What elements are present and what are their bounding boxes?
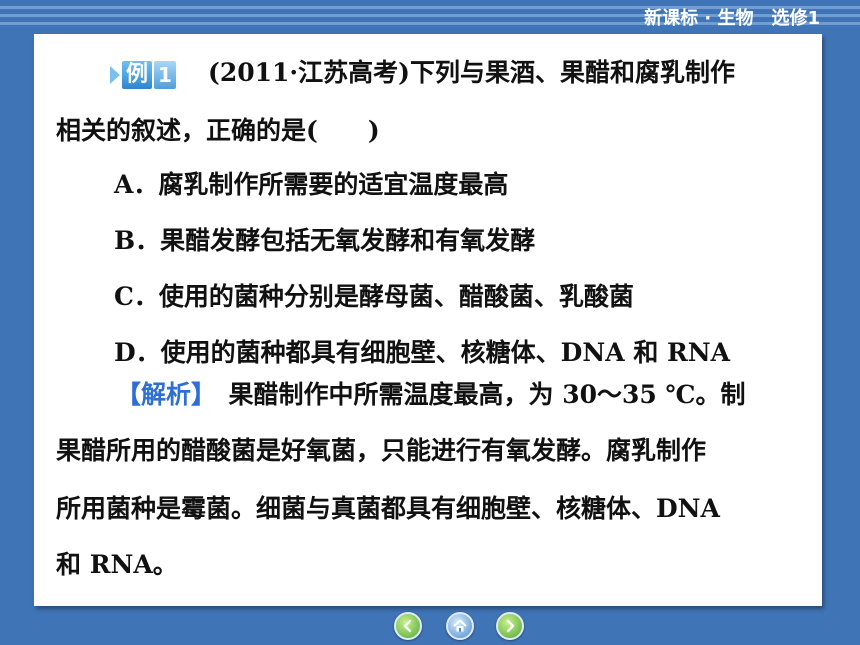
analysis-line-3: 所用菌种是霉菌。细菌与真菌都具有细胞壁、核糖体、DNA <box>56 494 720 523</box>
badge-arrow-icon <box>110 65 120 84</box>
analysis-label: 【解析】 <box>116 380 204 409</box>
example-badge: 例 1 <box>110 60 177 90</box>
option-a: A．腐乳制作所需要的适宜温度最高 <box>114 170 509 199</box>
right-arrow-icon <box>506 619 515 633</box>
home-button[interactable] <box>446 612 474 640</box>
analysis-line-4: 和 RNA。 <box>56 550 178 579</box>
option-d: D．使用的菌种都具有细胞壁、核糖体、DNA 和 RNA <box>114 338 731 367</box>
example-stem-text-1: (2011·江苏高考)下列与果酒、果醋和腐乳制作 <box>208 58 735 87</box>
content-panel: 例 1 (2011·江苏高考)下列与果酒、果醋和腐乳制作 相关的叙述，正确的是(… <box>34 34 822 606</box>
example-stem-line-1: 例 1 (2011·江苏高考)下列与果酒、果醋和腐乳制作 <box>56 58 804 90</box>
badge-number: 1 <box>154 60 177 89</box>
previous-button[interactable] <box>394 612 422 640</box>
example-stem-line-2: 相关的叙述，正确的是( ) <box>56 116 380 145</box>
analysis-line-1: 【解析】 果醋制作中所需温度最高，为 30～35 ℃。制 <box>116 380 804 410</box>
next-button[interactable] <box>496 612 524 640</box>
analysis-line-2: 果醋所用的醋酸菌是好氧菌，只能进行有氧发酵。腐乳制作 <box>56 436 707 465</box>
badge-word: 例 <box>122 60 153 89</box>
option-c: C．使用的菌种分别是酵母菌、醋酸菌、乳酸菌 <box>114 282 634 311</box>
analysis-text-1: 果醋制作中所需温度最高，为 30～35 ℃。制 <box>203 380 746 409</box>
home-icon <box>453 619 467 632</box>
option-b: B．果醋发酵包括无氧发酵和有氧发酵 <box>114 226 536 255</box>
navigation-bar <box>392 612 532 642</box>
header-title: 新课标 · 生物 选修1 <box>644 8 820 29</box>
left-arrow-icon <box>403 619 412 633</box>
